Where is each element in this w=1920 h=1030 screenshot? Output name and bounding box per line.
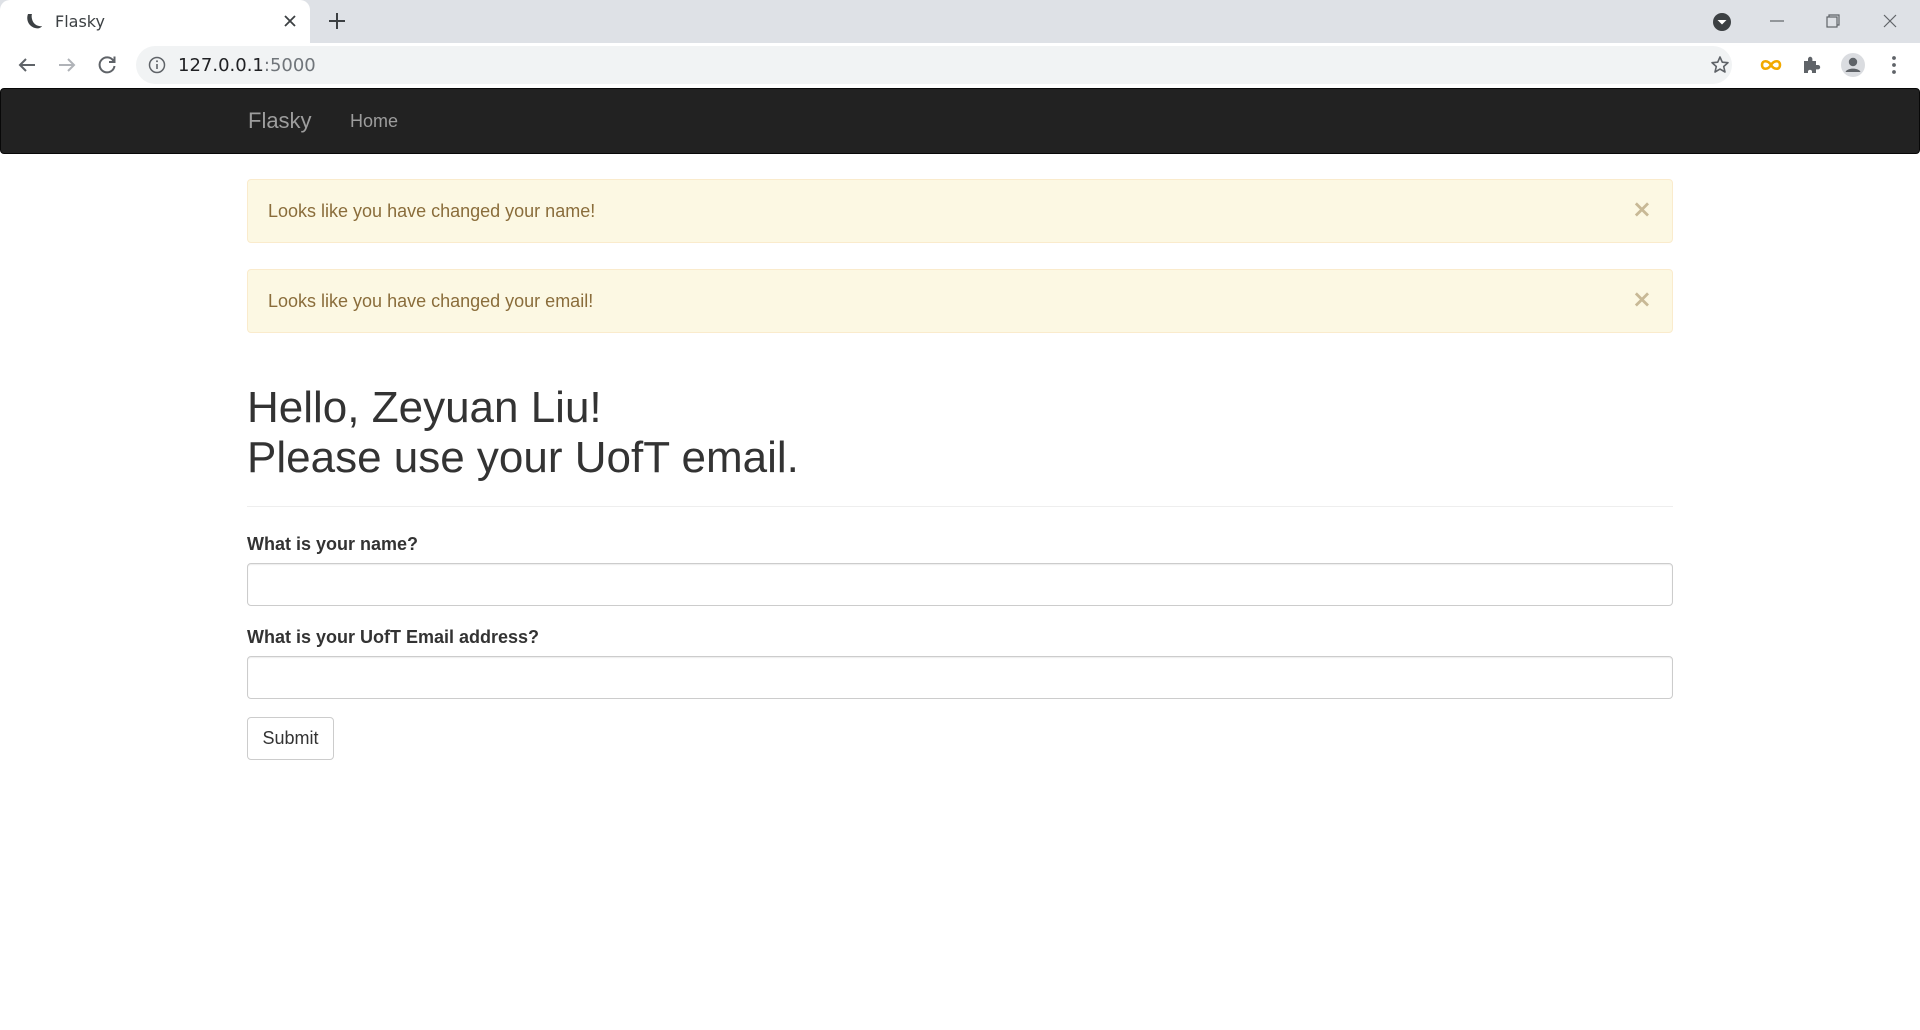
reload-icon[interactable] [95,53,119,77]
name-field-label: What is your name? [247,534,419,554]
alert-close-button[interactable]: × [1632,286,1652,312]
window-close-icon[interactable] [1877,8,1903,34]
close-tab-icon[interactable] [280,11,300,31]
navbar-home-link[interactable]: Home [350,111,398,132]
profile-avatar-icon[interactable] [1840,52,1866,78]
extensions-puzzle-icon[interactable] [1799,52,1825,78]
tab-title: Flasky [55,12,105,31]
browser-toolbar: 127.0.0.1:5000 [0,43,1920,88]
extension-infinity-icon[interactable] [1758,52,1784,78]
bookmark-star-icon[interactable] [1710,55,1730,75]
flash-alert-email: Looks like you have changed your email! … [247,269,1673,333]
flash-alert-name: Looks like you have changed your name! × [247,179,1673,243]
site-navbar: Flasky Home [0,88,1920,154]
alert-message: Looks like you have changed your name! [268,201,596,221]
alert-close-button[interactable]: × [1632,196,1652,222]
greeting-line: Hello, Zeyuan Liu! [247,383,602,432]
page-header: Hello, Zeyuan Liu! Please use your UofT … [247,348,1673,507]
navbar-brand-link[interactable]: Flasky [248,108,312,134]
browser-tab[interactable]: Flasky [0,0,310,43]
back-icon[interactable] [15,53,39,77]
url-text: 127.0.0.1:5000 [178,55,316,76]
url-port: :5000 [263,55,316,76]
address-bar[interactable]: 127.0.0.1:5000 [136,46,1732,84]
alert-message: Looks like you have changed your email! [268,291,594,311]
forward-icon[interactable] [55,53,79,77]
instruction-line: Please use your UofT email. [247,433,799,482]
flask-favicon-icon [27,14,42,29]
email-field-label: What is your UofT Email address? [247,627,540,647]
submit-button[interactable]: Submit [247,717,334,760]
email-input[interactable] [247,656,1673,699]
site-info-icon[interactable] [148,56,166,74]
new-tab-icon[interactable] [326,10,348,32]
menu-kebab-icon[interactable] [1881,52,1907,78]
tab-strip: Flasky [0,0,1920,43]
page-title: Hello, Zeyuan Liu! Please use your UofT … [247,348,1673,483]
url-host: 127.0.0.1 [178,55,264,76]
name-input[interactable] [247,563,1673,606]
tab-search-icon[interactable] [1711,11,1733,33]
restore-icon[interactable] [1820,8,1846,34]
minimize-icon[interactable] [1764,8,1790,34]
